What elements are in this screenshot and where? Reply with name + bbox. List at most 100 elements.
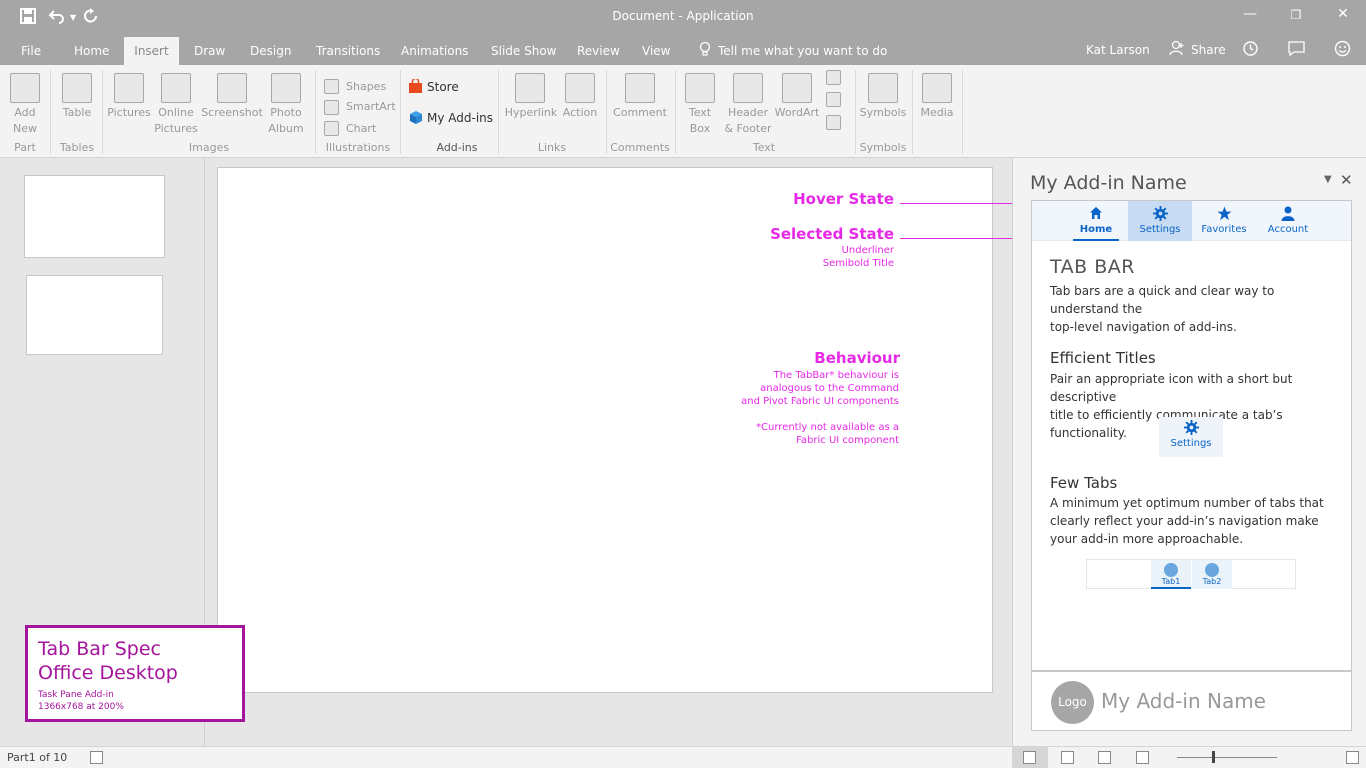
slide-thumbnail-2[interactable] [26,275,163,355]
add-new-label: Add New [13,106,37,135]
close-button[interactable]: ✕ [1333,6,1353,22]
behaviour-annotation: Behaviour [814,349,900,367]
tab-animations[interactable]: Animations [401,44,468,58]
group-comments-label: Comments [610,141,670,154]
action-label: Action [562,106,598,119]
chart-button[interactable] [324,121,339,136]
sample-settings-label: Settings [1170,438,1212,449]
hyperlink-button[interactable] [515,73,545,103]
sample-settings-tab: Settings [1159,417,1223,457]
group-part-label: Part [14,141,36,154]
behaviour-line-3: and Pivot Fabric UI components [741,396,899,407]
section-few-tabs-text: A minimum yet optimum number of tabs tha… [1050,496,1324,546]
reading-view-button[interactable] [1098,751,1111,764]
task-pane-footer: Logo My Add-in Name [1031,671,1352,731]
tab-draw[interactable]: Draw [194,44,225,58]
tab-insert[interactable]: Insert [124,37,179,65]
pictures-button[interactable] [114,73,144,103]
group-images-label: Images [188,141,230,154]
footer-addin-name: My Add-in Name [1101,689,1266,713]
slide-number-button[interactable] [826,92,841,107]
group-tables-label: Tables [59,141,95,154]
text-box-button[interactable] [685,73,715,103]
pictures-label: Pictures [107,106,151,119]
slide-sorter-button[interactable] [1061,751,1074,764]
spec-title: Tab Bar Spec Office Desktop [38,638,178,684]
tab-design[interactable]: Design [250,44,291,58]
table-button[interactable] [62,73,92,103]
normal-view-button[interactable] [1023,751,1036,764]
online-pictures-button[interactable] [161,73,191,103]
object-button[interactable] [826,115,841,130]
task-pane-close-icon[interactable]: ✕ [1340,171,1353,189]
person-icon [1256,206,1320,224]
spec-subtitle: Task Pane Add-in 1366x768 at 200% [38,690,124,712]
tab-bar-account[interactable]: Account [1256,201,1320,241]
task-pane-title: My Add-in Name [1030,172,1187,194]
tab-review[interactable]: Review [577,44,620,58]
spell-check-icon[interactable] [90,751,103,764]
comments-icon[interactable] [1288,41,1305,59]
tell-me-search[interactable]: Tell me what you want to do [718,44,887,58]
symbols-label: Symbols [859,106,907,119]
selected-state-detail-2: Semibold Title [822,258,894,269]
shapes-label: Shapes [346,80,387,93]
restore-button[interactable]: ❐ [1286,8,1306,22]
zoom-slider[interactable] [1177,757,1277,758]
photo-album-button[interactable] [271,73,301,103]
tab-bar-home[interactable]: Home [1064,201,1128,241]
task-pane-content: Home Settings Favorites Account TAB BAR … [1031,200,1352,671]
content-heading: TAB BAR [1050,256,1135,278]
tab-view[interactable]: View [642,44,670,58]
my-addins-button[interactable]: My Add-ins [427,111,493,125]
tab-bar-settings-label: Settings [1139,224,1181,235]
media-button[interactable] [922,73,952,103]
intro-text: Tab bars are a quick and clear way to un… [1050,284,1275,334]
smiley-icon[interactable] [1334,40,1351,60]
action-button[interactable] [565,73,595,103]
wordart-button[interactable] [782,73,812,103]
tab-bar-home-label: Home [1079,224,1113,235]
tab-home[interactable]: Home [74,44,109,58]
chevron-down-icon[interactable]: ▼ [1324,174,1332,185]
title-bar: ▼ Document - Application — ❐ ✕ [0,0,1366,36]
add-new-part-button[interactable] [10,73,40,103]
slide-thumbnail-1[interactable] [24,175,165,258]
screenshot-button[interactable] [217,73,247,103]
tab-transitions[interactable]: Transitions [316,44,380,58]
group-text-label: Text [752,141,776,154]
tab-bar-settings[interactable]: Settings [1128,201,1192,241]
fit-to-window-button[interactable] [1346,751,1359,764]
slide-show-view-button[interactable] [1136,751,1149,764]
tab-file[interactable]: File [21,44,41,58]
selected-state-detail-1: Underliner [841,245,894,256]
date-time-button[interactable] [826,70,841,85]
group-links-label: Links [537,141,567,154]
group-illustrations-label: Illustrations [325,141,391,154]
minimize-button[interactable]: — [1240,6,1260,22]
status-bar [0,746,1366,768]
circle-icon [1164,563,1178,577]
smartart-label: SmartArt [346,100,396,113]
media-label: Media [920,106,954,119]
history-icon[interactable] [1242,40,1259,60]
user-name[interactable]: Kat Larson [1086,43,1150,57]
shapes-button[interactable] [324,79,339,94]
text-box-label: Text Box [688,106,712,135]
comment-button[interactable] [625,73,655,103]
share-button[interactable]: Share [1191,43,1226,57]
lightbulb-icon [699,41,711,60]
zoom-slider-thumb[interactable] [1212,751,1215,763]
sample-tab-1: Tab1 [1151,560,1191,589]
symbols-button[interactable] [868,73,898,103]
store-icon [408,77,423,98]
behaviour-line-2: analogous to the Command [760,383,899,394]
window-title: Document - Application [612,9,754,23]
header-footer-button[interactable] [733,73,763,103]
circle-icon [1205,563,1219,577]
smartart-button[interactable] [324,100,339,115]
store-button[interactable]: Store [427,80,459,94]
person-share-icon[interactable] [1169,40,1185,59]
tab-slide-show[interactable]: Slide Show [491,44,556,58]
tab-bar-favorites[interactable]: Favorites [1192,201,1256,241]
